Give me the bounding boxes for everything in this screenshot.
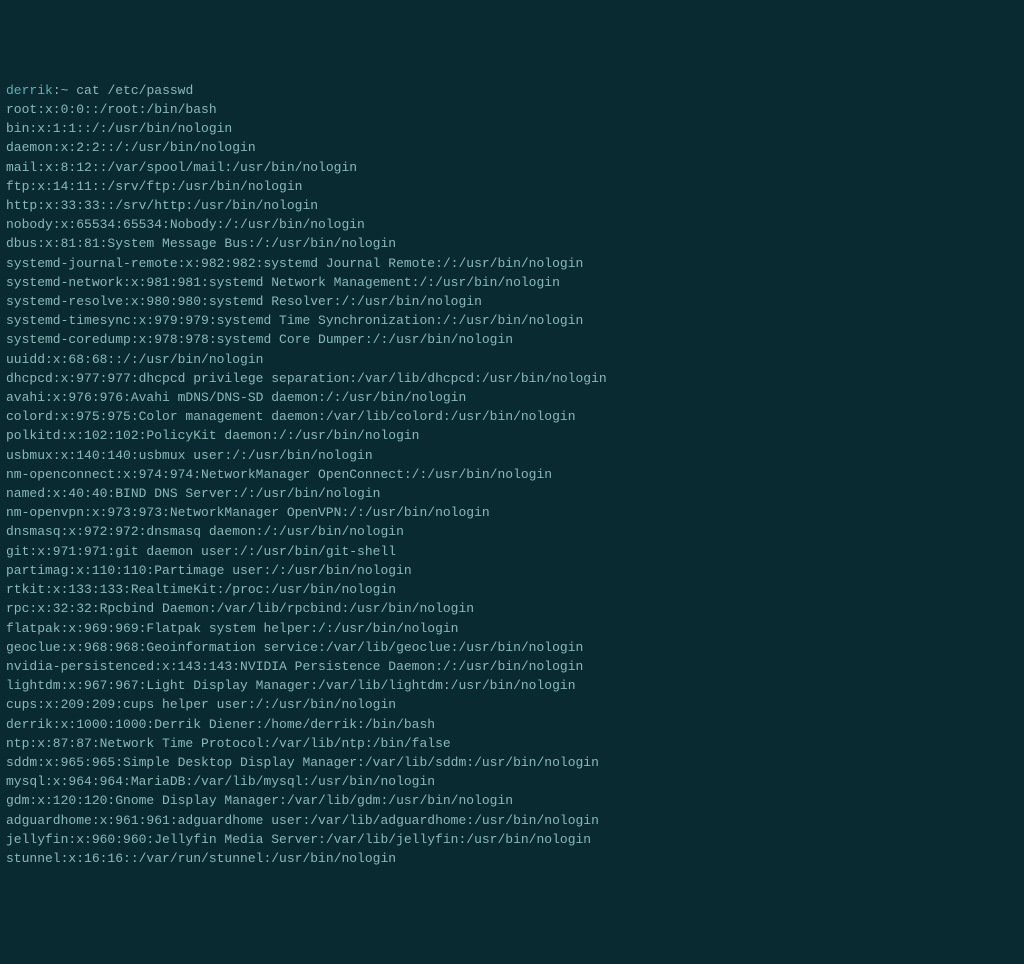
output-line: dbus:x:81:81:System Message Bus:/:/usr/b… <box>6 234 1018 253</box>
output-line: polkitd:x:102:102:PolicyKit daemon:/:/us… <box>6 426 1018 445</box>
output-line: nm-openvpn:x:973:973:NetworkManager Open… <box>6 503 1018 522</box>
output-line: flatpak:x:969:969:Flatpak system helper:… <box>6 619 1018 638</box>
prompt-separator: : <box>53 83 61 98</box>
output-line: adguardhome:x:961:961:adguardhome user:/… <box>6 811 1018 830</box>
output-line: stunnel:x:16:16::/var/run/stunnel:/usr/b… <box>6 849 1018 868</box>
output-line: mail:x:8:12::/var/spool/mail:/usr/bin/no… <box>6 158 1018 177</box>
output-line: systemd-journal-remote:x:982:982:systemd… <box>6 254 1018 273</box>
prompt-user: derrik <box>6 83 53 98</box>
output-line: systemd-timesync:x:979:979:systemd Time … <box>6 311 1018 330</box>
output-line: colord:x:975:975:Color management daemon… <box>6 407 1018 426</box>
output-line: root:x:0:0::/root:/bin/bash <box>6 100 1018 119</box>
output-line: ntp:x:87:87:Network Time Protocol:/var/l… <box>6 734 1018 753</box>
output-line: mysql:x:964:964:MariaDB:/var/lib/mysql:/… <box>6 772 1018 791</box>
output-line: bin:x:1:1::/:/usr/bin/nologin <box>6 119 1018 138</box>
output-line: rtkit:x:133:133:RealtimeKit:/proc:/usr/b… <box>6 580 1018 599</box>
terminal-window[interactable]: derrik:~ cat /etc/passwdroot:x:0:0::/roo… <box>6 81 1018 868</box>
output-line: sddm:x:965:965:Simple Desktop Display Ma… <box>6 753 1018 772</box>
output-line: gdm:x:120:120:Gnome Display Manager:/var… <box>6 791 1018 810</box>
output-line: usbmux:x:140:140:usbmux user:/:/usr/bin/… <box>6 446 1018 465</box>
terminal-output: root:x:0:0::/root:/bin/bashbin:x:1:1::/:… <box>6 100 1018 868</box>
output-line: lightdm:x:967:967:Light Display Manager:… <box>6 676 1018 695</box>
output-line: cups:x:209:209:cups helper user:/:/usr/b… <box>6 695 1018 714</box>
output-line: rpc:x:32:32:Rpcbind Daemon:/var/lib/rpcb… <box>6 599 1018 618</box>
output-line: systemd-coredump:x:978:978:systemd Core … <box>6 330 1018 349</box>
output-line: nvidia-persistenced:x:143:143:NVIDIA Per… <box>6 657 1018 676</box>
output-line: systemd-resolve:x:980:980:systemd Resolv… <box>6 292 1018 311</box>
output-line: derrik:x:1000:1000:Derrik Diener:/home/d… <box>6 715 1018 734</box>
output-line: http:x:33:33::/srv/http:/usr/bin/nologin <box>6 196 1018 215</box>
output-line: avahi:x:976:976:Avahi mDNS/DNS-SD daemon… <box>6 388 1018 407</box>
prompt-line: derrik:~ cat /etc/passwd <box>6 81 1018 100</box>
output-line: ftp:x:14:11::/srv/ftp:/usr/bin/nologin <box>6 177 1018 196</box>
output-line: nm-openconnect:x:974:974:NetworkManager … <box>6 465 1018 484</box>
output-line: nobody:x:65534:65534:Nobody:/:/usr/bin/n… <box>6 215 1018 234</box>
output-line: named:x:40:40:BIND DNS Server:/:/usr/bin… <box>6 484 1018 503</box>
output-line: uuidd:x:68:68::/:/usr/bin/nologin <box>6 350 1018 369</box>
output-line: geoclue:x:968:968:Geoinformation service… <box>6 638 1018 657</box>
output-line: systemd-network:x:981:981:systemd Networ… <box>6 273 1018 292</box>
output-line: daemon:x:2:2::/:/usr/bin/nologin <box>6 138 1018 157</box>
command-text: cat /etc/passwd <box>76 83 193 98</box>
output-line: partimag:x:110:110:Partimage user:/:/usr… <box>6 561 1018 580</box>
output-line: dnsmasq:x:972:972:dnsmasq daemon:/:/usr/… <box>6 522 1018 541</box>
output-line: git:x:971:971:git daemon user:/:/usr/bin… <box>6 542 1018 561</box>
output-line: jellyfin:x:960:960:Jellyfin Media Server… <box>6 830 1018 849</box>
output-line: dhcpcd:x:977:977:dhcpcd privilege separa… <box>6 369 1018 388</box>
